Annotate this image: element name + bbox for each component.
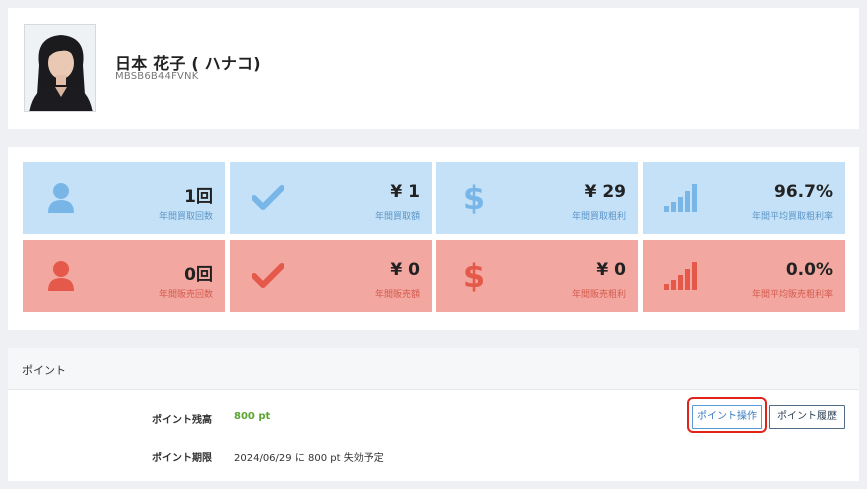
stat-value: 96.7% (774, 182, 833, 202)
stat-value: ¥ 0 (596, 260, 626, 280)
stat-label: 年間買取粗利 (571, 212, 626, 222)
check-icon (248, 256, 288, 296)
signal-bars-icon (661, 256, 701, 296)
points-expiry-label: ポイント期限 (152, 453, 212, 464)
stat-tile-annual-sell-profit: $ ¥ 0 年間販売粗利 (436, 240, 638, 312)
stat-value: ¥ 0 (390, 260, 420, 280)
stat-label: 年間平均買取粗利率 (751, 212, 833, 222)
points-expiry-value: 2024/06/29 に 800 pt 失効予定 (234, 453, 384, 464)
points-balance-value: 800 pt (234, 411, 271, 422)
stat-tile-annual-buy-amount: ¥ 1 年間買取額 (230, 162, 432, 234)
stat-label: 年間販売額 (374, 290, 420, 300)
stat-value: ¥ 29 (584, 182, 626, 202)
stat-value: 1回 (184, 187, 213, 207)
point-history-button[interactable]: ポイント履歴 (769, 405, 845, 429)
points-card: ポイント ポイント残高 800 pt ポイント期限 2024/06/29 に 8… (8, 348, 859, 481)
stat-tile-annual-buy-count: 1回 年間買取回数 (23, 162, 225, 234)
dollar-icon: $ (462, 257, 486, 295)
dollar-icon: $ (462, 179, 486, 217)
member-id: MBSB6B44FVNK (115, 71, 199, 82)
profile-card: 日本 花子 ( ハナコ) MBSB6B44FVNK (8, 8, 859, 129)
stats-card: 1回 年間買取回数 ¥ 1 年間買取額 $ ¥ 29 年間買取粗利 96.7% … (8, 147, 859, 330)
signal-bars-icon (661, 178, 701, 218)
points-expiry-row: ポイント期限 (8, 449, 212, 465)
stat-label: 年間買取回数 (158, 212, 213, 222)
stat-tile-annual-buy-profit: $ ¥ 29 年間買取粗利 (436, 162, 638, 234)
user-icon (41, 178, 81, 218)
stat-tile-annual-buy-margin: 96.7% 年間平均買取粗利率 (643, 162, 845, 234)
stat-value: 0回 (184, 265, 213, 285)
points-balance-row: ポイント残高 (8, 411, 212, 427)
points-title: ポイント (22, 364, 66, 377)
point-operation-button[interactable]: ポイント操作 (692, 405, 762, 429)
avatar (24, 24, 96, 112)
user-icon (41, 256, 81, 296)
stat-label: 年間販売回数 (158, 290, 213, 300)
stat-tile-annual-sell-margin: 0.0% 年間平均販売粗利率 (643, 240, 845, 312)
profile-photo (25, 25, 95, 111)
stat-tile-annual-sell-amount: ¥ 0 年間販売額 (230, 240, 432, 312)
stat-label: 年間平均販売粗利率 (751, 290, 833, 300)
stat-value: ¥ 1 (390, 182, 420, 202)
points-header: ポイント (8, 348, 859, 390)
check-icon (248, 178, 288, 218)
stat-value: 0.0% (785, 260, 833, 280)
points-balance-label: ポイント残高 (152, 415, 212, 426)
stat-label: 年間販売粗利 (571, 290, 626, 300)
stat-label: 年間買取額 (374, 212, 420, 222)
stat-tile-annual-sell-count: 0回 年間販売回数 (23, 240, 225, 312)
